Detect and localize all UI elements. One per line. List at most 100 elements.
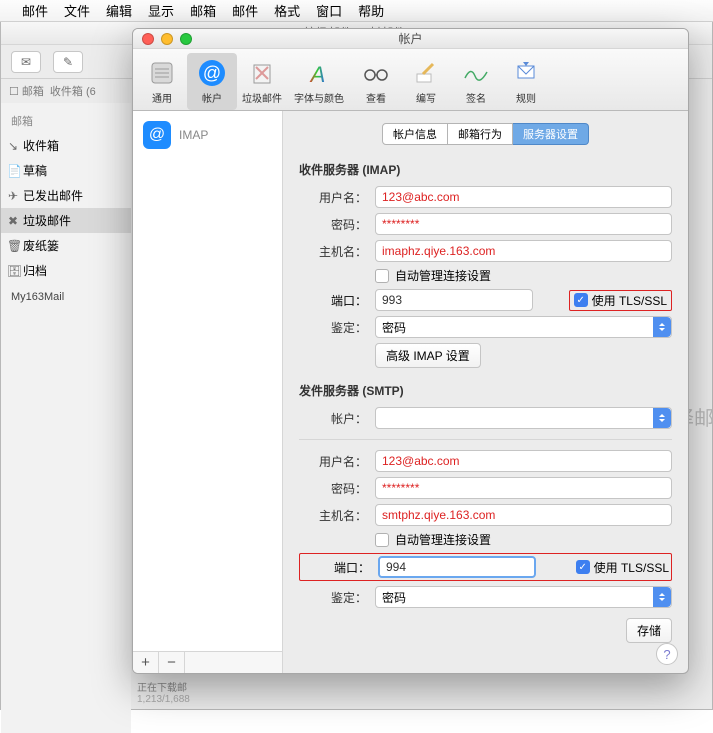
account-label: IMAP <box>179 128 208 142</box>
sidebar-item-sent[interactable]: ✈已发出邮件 <box>1 183 131 208</box>
imap-host-input[interactable] <box>375 240 672 262</box>
smtp-host-input[interactable] <box>375 504 672 526</box>
smtp-acct-select[interactable] <box>375 407 672 429</box>
inbox-icon: ↘ <box>7 139 19 153</box>
menu-item[interactable]: 文件 <box>64 1 90 20</box>
imap-host-label: 主机名： <box>299 243 367 260</box>
junk-icon: ✖ <box>7 214 19 228</box>
chevron-icon <box>653 587 671 607</box>
tab-fonts[interactable]: A字体与颜色 <box>287 53 351 110</box>
save-button[interactable]: 存储 <box>626 618 672 643</box>
signature-icon <box>460 57 492 89</box>
chevron-icon <box>653 317 671 337</box>
divider <box>299 439 672 440</box>
help-button[interactable]: ? <box>656 643 678 665</box>
sidebar-account[interactable]: My163Mail <box>1 283 131 311</box>
mailbox-chip[interactable]: ☐ 邮箱 <box>9 83 44 99</box>
tab-server-settings[interactable]: 服务器设置 <box>513 123 589 145</box>
smtp-user-label: 用户名： <box>299 453 367 470</box>
smtp-auto-checkbox[interactable] <box>375 533 389 547</box>
at-icon: @ <box>196 57 228 89</box>
imap-auto-label: 自动管理连接设置 <box>395 267 491 284</box>
at-icon: @ <box>143 121 171 149</box>
smtp-host-label: 主机名： <box>299 507 367 524</box>
status-text: 正在下载邮 <box>137 683 187 694</box>
imap-auth-select[interactable]: 密码 <box>375 316 672 338</box>
imap-pass-input[interactable] <box>375 213 672 235</box>
menu-item[interactable]: 格式 <box>274 1 300 20</box>
rules-icon <box>510 57 542 89</box>
status-footer: 正在下载邮 1,213/1,688 <box>137 679 190 705</box>
sidebar: 邮箱 ↘收件箱 📄草稿 ✈已发出邮件 ✖垃圾邮件 🗑废纸篓 🗄归档 My163M… <box>1 103 131 733</box>
status-counts: 1,213/1,688 <box>137 694 190 705</box>
smtp-port-label: 端口： <box>302 559 370 576</box>
advanced-imap-button[interactable]: 高级 IMAP 设置 <box>375 343 481 368</box>
tab-account-info[interactable]: 帐户信息 <box>382 123 448 145</box>
junk-icon <box>246 57 278 89</box>
smtp-auth-select[interactable]: 密码 <box>375 586 672 608</box>
menu-item[interactable]: 帮助 <box>358 1 384 20</box>
inbox-chip[interactable]: 收件箱 (6 <box>50 83 96 99</box>
trash-icon: 🗑 <box>7 239 19 253</box>
imap-tls-group: ✓ 使用 TLS/SSL <box>569 290 672 311</box>
tab-accounts[interactable]: @帐户 <box>187 53 237 110</box>
menu-item[interactable]: 邮件 <box>22 1 48 20</box>
gear-icon <box>146 57 178 89</box>
sent-icon: ✈ <box>7 189 19 203</box>
tab-general[interactable]: 通用 <box>137 53 187 110</box>
imap-section-title: 收件服务器 (IMAP) <box>299 161 672 178</box>
tab-junk[interactable]: 垃圾邮件 <box>237 53 287 110</box>
imap-port-input[interactable] <box>375 289 533 311</box>
smtp-tls-group: ✓ 使用 TLS/SSL <box>576 559 669 576</box>
sidebar-item-junk[interactable]: ✖垃圾邮件 <box>1 208 131 233</box>
menu-item[interactable]: 编辑 <box>106 1 132 20</box>
remove-account-button[interactable]: − <box>159 652 185 673</box>
sidebar-item-trash[interactable]: 🗑废纸篓 <box>1 233 131 258</box>
smtp-pass-label: 密码： <box>299 480 367 497</box>
tab-signatures[interactable]: 签名 <box>451 53 501 110</box>
sidebar-item-inbox[interactable]: ↘收件箱 <box>1 133 131 158</box>
svg-text:@: @ <box>203 63 221 83</box>
compose-icon[interactable]: ✎ <box>53 51 83 73</box>
smtp-pass-input[interactable] <box>375 477 672 499</box>
tab-viewing[interactable]: 查看 <box>351 53 401 110</box>
menu-item[interactable]: 邮件 <box>232 1 258 20</box>
glasses-icon <box>360 57 392 89</box>
tab-rules[interactable]: 规则 <box>501 53 551 110</box>
smtp-auth-label: 鉴定： <box>299 589 367 606</box>
sidebar-item-archive[interactable]: 🗄归档 <box>1 258 131 283</box>
smtp-section-title: 发件服务器 (SMTP) <box>299 382 672 399</box>
pref-toolbar: 通用 @帐户 垃圾邮件 A字体与颜色 查看 编写 签名 规则 <box>133 49 688 111</box>
imap-auto-checkbox[interactable] <box>375 269 389 283</box>
svg-text:A: A <box>309 62 326 86</box>
smtp-tls-checkbox[interactable]: ✓ <box>576 560 590 574</box>
imap-user-input[interactable] <box>375 186 672 208</box>
tab-mailbox-behavior[interactable]: 邮箱行为 <box>448 123 513 145</box>
inbox-icon[interactable]: ✉ <box>11 51 41 73</box>
menu-item[interactable]: 显示 <box>148 1 174 20</box>
draft-icon: 📄 <box>7 164 19 178</box>
chevron-icon <box>653 408 671 428</box>
imap-auth-label: 鉴定： <box>299 319 367 336</box>
smtp-acct-label: 帐户： <box>299 410 367 427</box>
imap-tls-label: 使用 TLS/SSL <box>592 292 667 309</box>
imap-tls-checkbox[interactable]: ✓ <box>574 293 588 307</box>
tab-compose[interactable]: 编写 <box>401 53 451 110</box>
menu-item[interactable]: 邮箱 <box>190 1 216 20</box>
menu-item[interactable]: 窗口 <box>316 1 342 20</box>
sidebar-item-drafts[interactable]: 📄草稿 <box>1 158 131 183</box>
segmented-tabs: 帐户信息 邮箱行为 服务器设置 <box>299 123 672 145</box>
pref-titlebar: 帐户 <box>133 29 688 49</box>
account-item-imap[interactable]: @ IMAP <box>133 111 282 159</box>
fonts-icon: A <box>303 57 335 89</box>
imap-port-label: 端口： <box>299 292 367 309</box>
menubar: 邮件 文件 编辑 显示 邮箱 邮件 格式 窗口 帮助 <box>0 0 713 22</box>
sidebar-header: 邮箱 <box>1 109 131 133</box>
form-area: 帐户信息 邮箱行为 服务器设置 收件服务器 (IMAP) 用户名： 密码： 主机… <box>283 111 688 673</box>
smtp-user-input[interactable] <box>375 450 672 472</box>
add-account-button[interactable]: + <box>133 652 159 673</box>
smtp-port-input[interactable] <box>378 556 536 578</box>
pref-title: 帐户 <box>133 30 688 47</box>
preferences-window: 帐户 通用 @帐户 垃圾邮件 A字体与颜色 查看 编写 签名 规则 @ IMAP… <box>132 28 689 674</box>
imap-pass-label: 密码： <box>299 216 367 233</box>
